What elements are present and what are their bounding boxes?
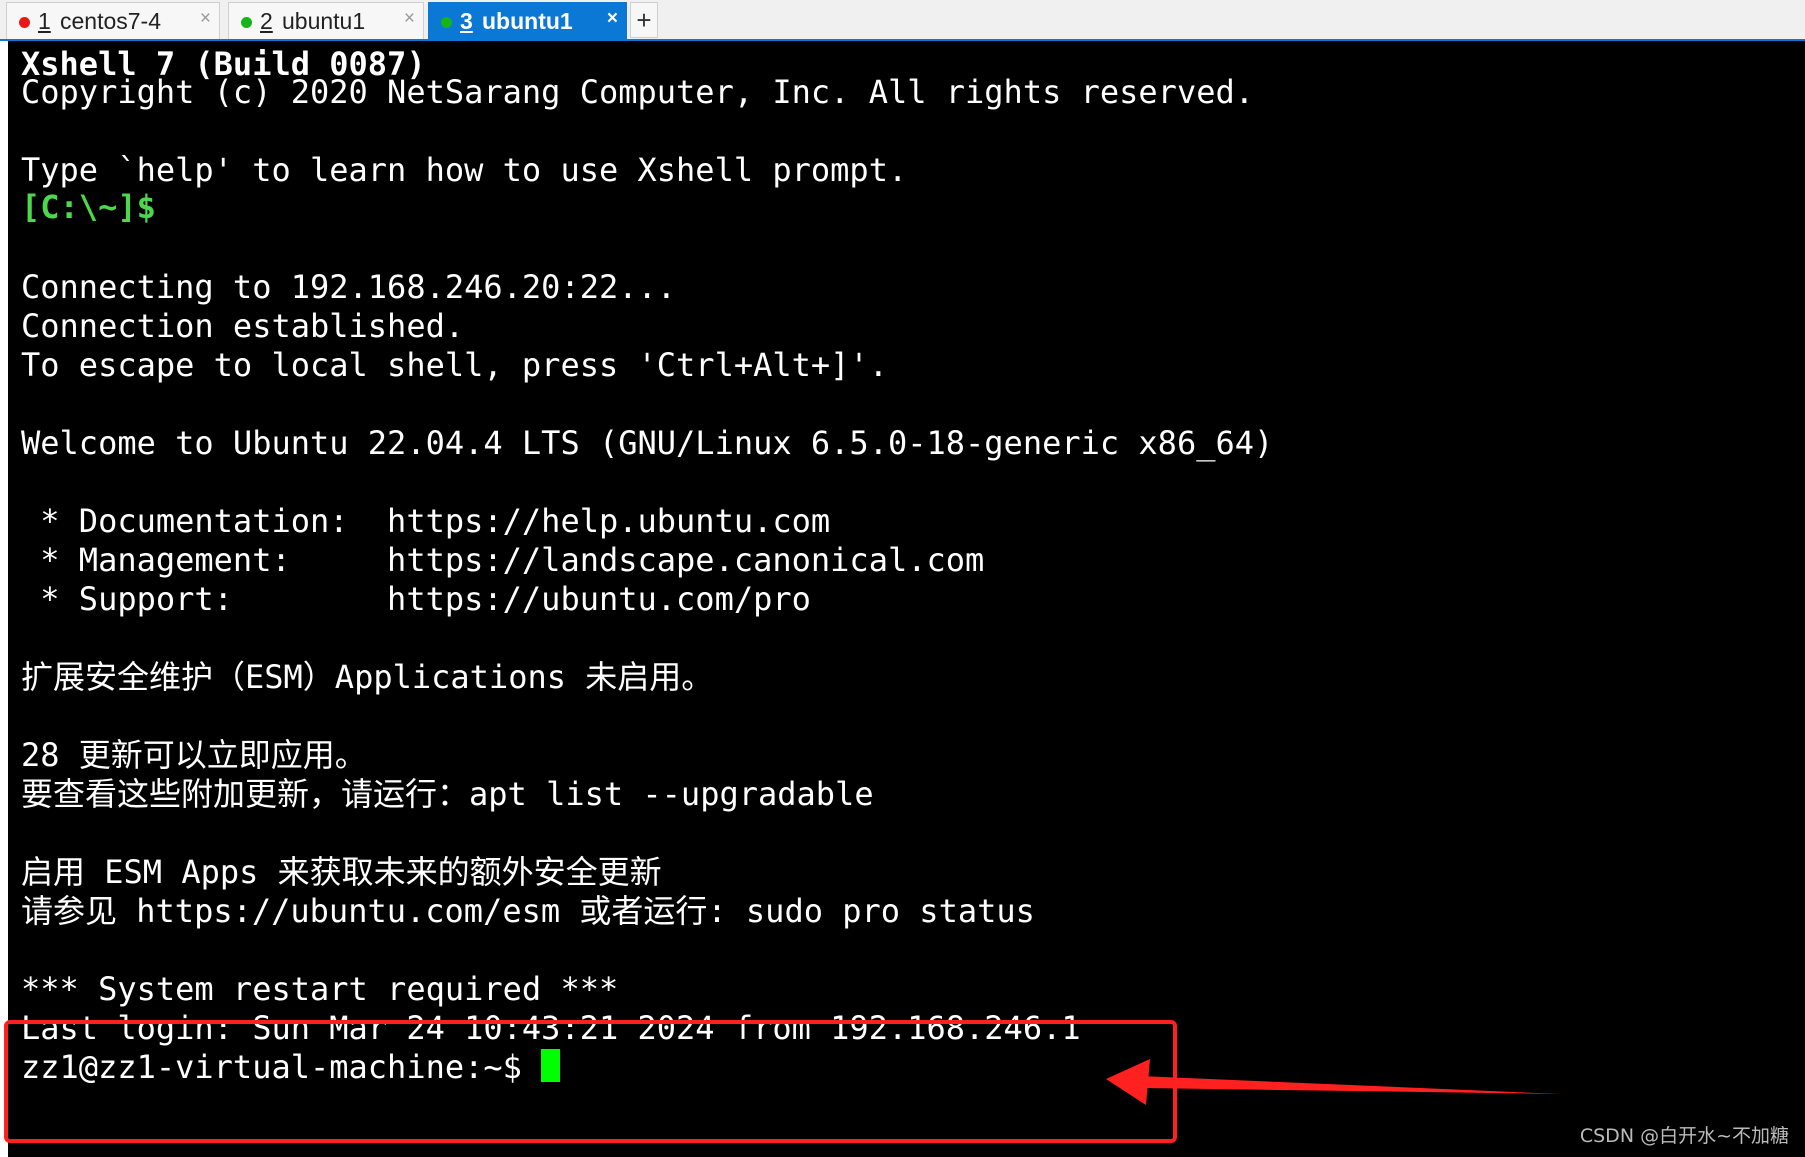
watermark: CSDN @白开水~不加糖 bbox=[1579, 1125, 1789, 1147]
arrow-head bbox=[1106, 1059, 1150, 1105]
annotation-arrow-icon bbox=[1106, 1059, 1560, 1105]
arrow-shaft bbox=[1140, 1076, 1560, 1094]
